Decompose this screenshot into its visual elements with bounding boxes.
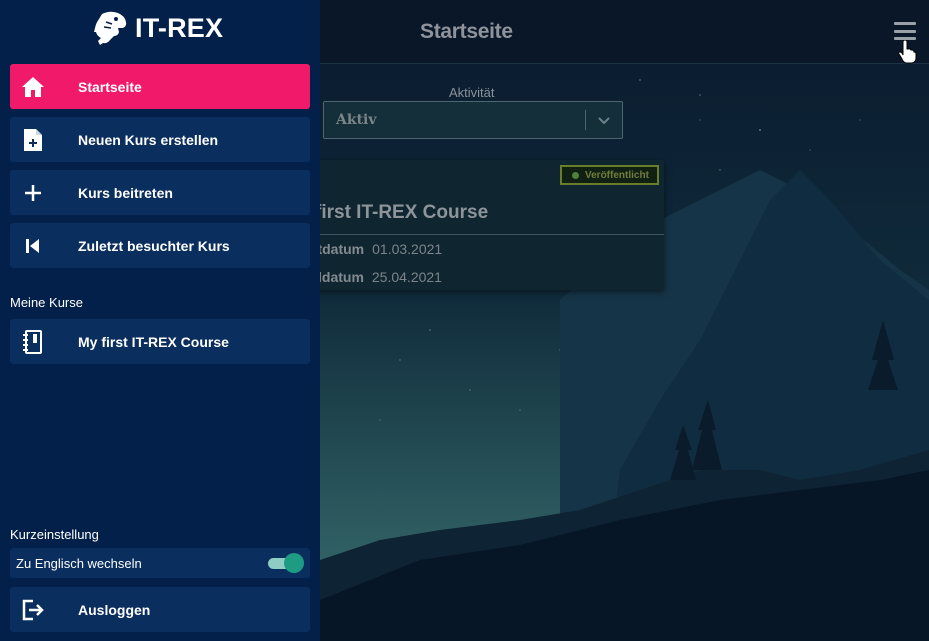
activity-filter-select[interactable]: Aktiv (323, 101, 623, 139)
top-bar: Startseite (320, 0, 929, 64)
end-date-row: ldatum 25.04.2021 (318, 269, 442, 285)
filter-selected-value: Aktiv (336, 112, 377, 128)
language-toggle-row[interactable]: Zu Englisch wechseln (10, 548, 310, 578)
sidebar-item-label: My first IT-REX Course (78, 333, 229, 350)
home-icon (10, 76, 55, 98)
sidebar-item-neuen-kurs[interactable]: Neuen Kurs erstellen (10, 117, 310, 162)
language-toggle-switch[interactable] (268, 553, 304, 573)
sidebar-item-zuletzt-besucht[interactable]: Zuletzt besuchter Kurs (10, 223, 310, 268)
notebook-icon (10, 329, 55, 354)
app-logo[interactable]: IT-REX (92, 10, 223, 46)
end-date-label: ldatum (318, 269, 364, 285)
my-courses-heading: Meine Kurse (10, 295, 83, 310)
menu-bar (894, 22, 916, 25)
page-title: Startseite (420, 20, 513, 43)
card-divider (300, 234, 664, 235)
course-card[interactable]: Veröffentlicht first IT-REX Course rtdat… (300, 160, 664, 290)
course-title: first IT-REX Course (315, 202, 489, 223)
skip-back-icon (10, 237, 55, 255)
logout-button[interactable]: Ausloggen (10, 587, 310, 632)
hand-cursor-icon (898, 40, 917, 64)
language-toggle-label: Zu Englisch wechseln (16, 555, 142, 571)
end-date-value: 25.04.2021 (371, 269, 442, 285)
status-text: Veröffentlicht (585, 169, 649, 181)
toggle-knob (284, 553, 304, 573)
start-date-row: rtdatum 01.03.2021 (312, 241, 442, 257)
logout-icon (10, 599, 55, 621)
dino-logo-icon (94, 11, 127, 45)
logout-label: Ausloggen (78, 601, 151, 618)
file-add-icon (10, 128, 55, 152)
plus-icon (10, 183, 55, 203)
sidebar-item-label: Kurs beitreten (78, 184, 173, 201)
hamburger-menu-button[interactable] (894, 22, 916, 40)
sidebar-item-label: Zuletzt besuchter Kurs (78, 237, 230, 254)
sidebar-course-my-first[interactable]: My first IT-REX Course (10, 319, 310, 364)
status-badge: Veröffentlicht (560, 165, 659, 185)
status-dot-icon (572, 171, 579, 179)
sidebar: IT-REX Startseite Neuen Kurs erstellen K… (0, 0, 320, 641)
logo-text: IT-REX (135, 12, 224, 43)
quick-settings-heading: Kurzeinstellung (10, 527, 99, 542)
menu-bar (894, 29, 916, 33)
start-date-value: 01.03.2021 (372, 241, 443, 257)
sidebar-item-startseite[interactable]: Startseite (10, 64, 310, 109)
filter-separator (585, 110, 586, 130)
sidebar-item-label: Neuen Kurs erstellen (78, 131, 219, 148)
sidebar-item-label: Startseite (78, 78, 142, 95)
chevron-down-icon[interactable] (596, 112, 612, 128)
filter-label: Aktivität (449, 85, 495, 100)
sidebar-item-kurs-beitreten[interactable]: Kurs beitreten (10, 170, 310, 215)
